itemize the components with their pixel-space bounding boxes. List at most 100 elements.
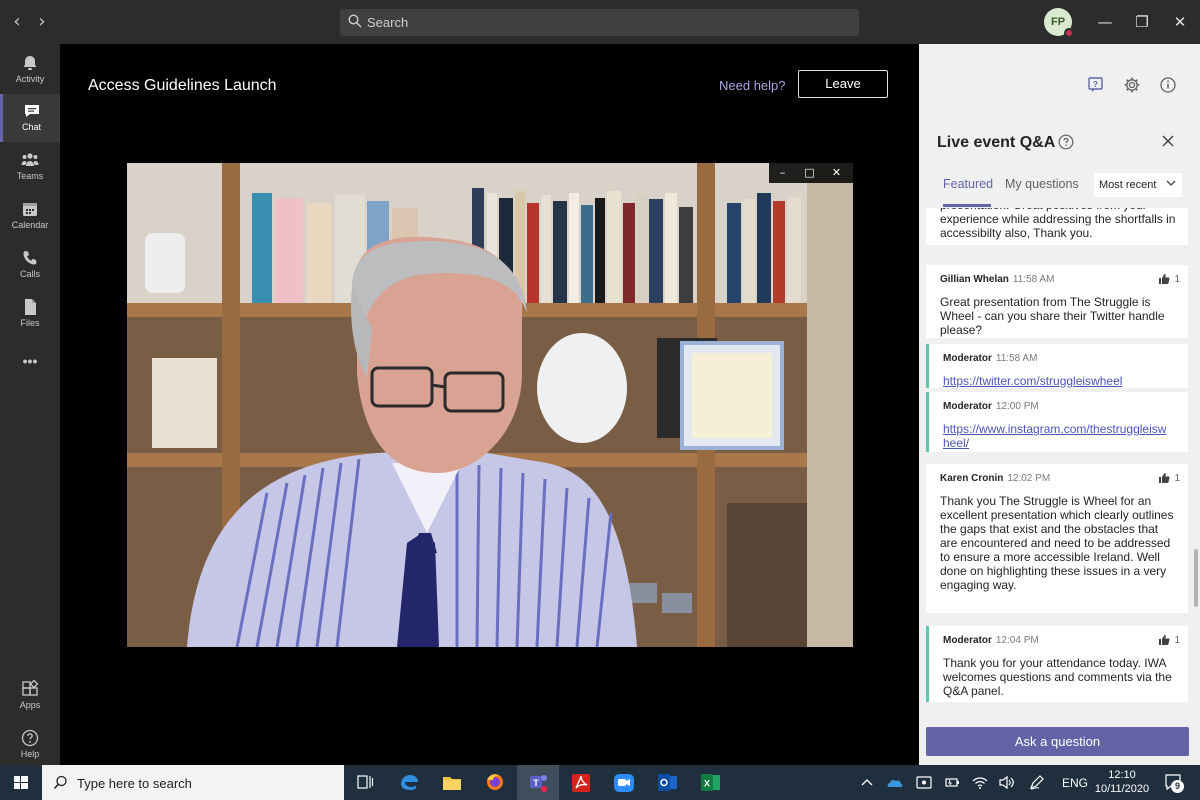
windows-start-icon[interactable] — [0, 765, 42, 800]
bell-icon — [23, 56, 37, 70]
svg-text:X: X — [704, 779, 710, 789]
author-name: Karen Cronin — [940, 473, 1004, 484]
forward-arrow-icon[interactable]: › — [32, 12, 52, 32]
active-tab-indicator — [943, 204, 991, 207]
thumbs-up-icon — [1159, 473, 1170, 483]
svg-text:T: T — [533, 778, 539, 788]
app-rail: Activity Chat Teams Calendar Calls Files… — [0, 44, 60, 765]
like-count: 1 — [1174, 473, 1180, 484]
panel-title: Live event Q&A — [937, 134, 1056, 151]
rail-item-help[interactable]: Help — [0, 721, 60, 769]
meet-now-icon[interactable] — [915, 774, 933, 791]
battery-icon[interactable] — [943, 774, 961, 791]
rail-item-teams[interactable]: Teams — [0, 143, 60, 191]
author-name: Moderator — [943, 635, 992, 646]
calendar-icon — [23, 203, 37, 216]
acrobat-icon[interactable] — [560, 765, 602, 800]
chat-icon — [24, 105, 39, 117]
leave-button[interactable]: Leave — [798, 70, 888, 98]
more-apps-icon[interactable]: ••• — [0, 346, 60, 394]
outlook-icon[interactable] — [646, 765, 688, 800]
question-text: Great presentation from The Struggle is … — [940, 295, 1165, 337]
rail-item-activity[interactable]: Activity — [0, 46, 60, 94]
file-icon — [25, 299, 36, 315]
teams-icon — [21, 153, 39, 166]
chevron-down-icon — [1166, 180, 1176, 186]
clock-date: 10/11/2020 — [1094, 783, 1150, 795]
status-busy-icon — [1064, 28, 1074, 38]
file-explorer-icon[interactable] — [431, 765, 473, 800]
clock-time: 12:10 — [1108, 769, 1136, 781]
close-panel-icon[interactable] — [1159, 132, 1177, 150]
moderator-chat-icon[interactable]: ? — [1087, 76, 1105, 94]
rail-item-calendar[interactable]: Calendar — [0, 192, 60, 240]
like-count: 1 — [1174, 274, 1180, 285]
video-close-icon[interactable]: ✕ — [823, 163, 850, 183]
rail-label: Chat — [21, 122, 41, 132]
search-input[interactable]: Search — [340, 9, 859, 36]
title-bar: ‹ › Search FP — ❐ ✕ — [0, 0, 1200, 44]
rail-label: Files — [20, 318, 40, 328]
chevron-up-icon[interactable] — [860, 774, 874, 791]
excel-icon[interactable]: X — [689, 765, 731, 800]
tab-my-questions[interactable]: My questions — [1005, 177, 1079, 191]
taskbar-search-placeholder: Type here to search — [77, 776, 192, 791]
rail-label: Help — [20, 749, 40, 759]
back-arrow-icon[interactable]: ‹ — [7, 12, 27, 32]
author-name: Moderator — [943, 353, 992, 364]
sort-value: Most recent — [1099, 179, 1157, 191]
moderator-reply: Moderator 12:00 PM https://www.instagram.… — [926, 392, 1188, 452]
rail-item-chat[interactable]: Chat — [0, 94, 60, 142]
reply-text: Thank you for your attendance today. IWA… — [943, 656, 1172, 698]
teams-window: ‹ › Search FP — ❐ ✕ Activity Chat Teams … — [0, 0, 1200, 800]
info-icon[interactable] — [1159, 76, 1177, 94]
rail-item-files[interactable]: Files — [0, 290, 60, 338]
search-icon — [53, 775, 67, 790]
firefox-icon[interactable] — [474, 765, 516, 800]
language-indicator[interactable]: ENG — [1062, 776, 1088, 793]
video-minimize-icon[interactable]: – — [769, 163, 796, 183]
search-placeholder: Search — [367, 15, 409, 30]
close-icon[interactable]: ✕ — [1170, 12, 1190, 32]
video-maximize-icon[interactable]: □ — [796, 163, 823, 183]
onedrive-icon[interactable] — [886, 774, 904, 791]
sort-dropdown[interactable]: Most recent — [1094, 173, 1182, 197]
qa-card: Karen Cronin 12:02 PM 1 Thank you The Str… — [926, 464, 1188, 613]
settings-gear-icon[interactable] — [1123, 76, 1141, 94]
question-help-icon[interactable] — [1058, 134, 1074, 150]
rail-item-apps[interactable]: Apps — [0, 672, 60, 720]
minimize-icon[interactable]: — — [1095, 12, 1115, 32]
zoom-icon[interactable] — [603, 765, 645, 800]
wifi-icon[interactable] — [971, 774, 989, 791]
edge-browser-icon[interactable] — [389, 765, 431, 800]
timestamp: 12:00 PM — [995, 401, 1039, 412]
taskbar-search-input[interactable]: Type here to search — [42, 765, 344, 800]
ask-question-button[interactable]: Ask a question — [926, 727, 1189, 756]
qa-scrollbar[interactable] — [1194, 549, 1198, 607]
avatar[interactable]: FP — [1044, 8, 1074, 38]
video-feed[interactable]: – □ ✕ — [127, 163, 853, 647]
restore-icon[interactable]: ❐ — [1132, 12, 1152, 32]
need-help-link[interactable]: Need help? — [719, 78, 786, 93]
task-view-icon[interactable] — [344, 765, 386, 800]
pen-icon[interactable] — [1028, 774, 1046, 791]
thumbs-up-icon — [1159, 274, 1170, 284]
like-button[interactable]: 1 — [1158, 634, 1180, 648]
qa-card: presentation. Great positives from your … — [926, 208, 1188, 245]
rail-item-calls[interactable]: Calls — [0, 241, 60, 289]
thumbs-up-icon — [1159, 635, 1170, 645]
timestamp: 12:04 PM — [995, 635, 1039, 646]
volume-icon[interactable] — [998, 774, 1016, 791]
reply-link[interactable]: https://www.instagram.com/thestruggleisw… — [943, 422, 1178, 450]
author-name: Gillian Whelan — [940, 274, 1009, 285]
system-clock[interactable]: 12:10 10/11/2020 — [1087, 768, 1157, 796]
like-button[interactable]: 1 — [1158, 472, 1180, 486]
teams-app-icon[interactable]: T — [517, 765, 559, 800]
tab-featured[interactable]: Featured — [943, 177, 993, 191]
reply-link[interactable]: https://twitter.com/struggleiswheel — [943, 374, 1178, 388]
live-event-stage: Access Guidelines Launch Need help? Leav… — [60, 44, 919, 765]
notification-center-icon[interactable]: 9 — [1163, 772, 1185, 794]
rail-label: Calendar — [11, 220, 49, 230]
like-button[interactable]: 1 — [1158, 273, 1180, 287]
phone-icon — [23, 251, 37, 265]
